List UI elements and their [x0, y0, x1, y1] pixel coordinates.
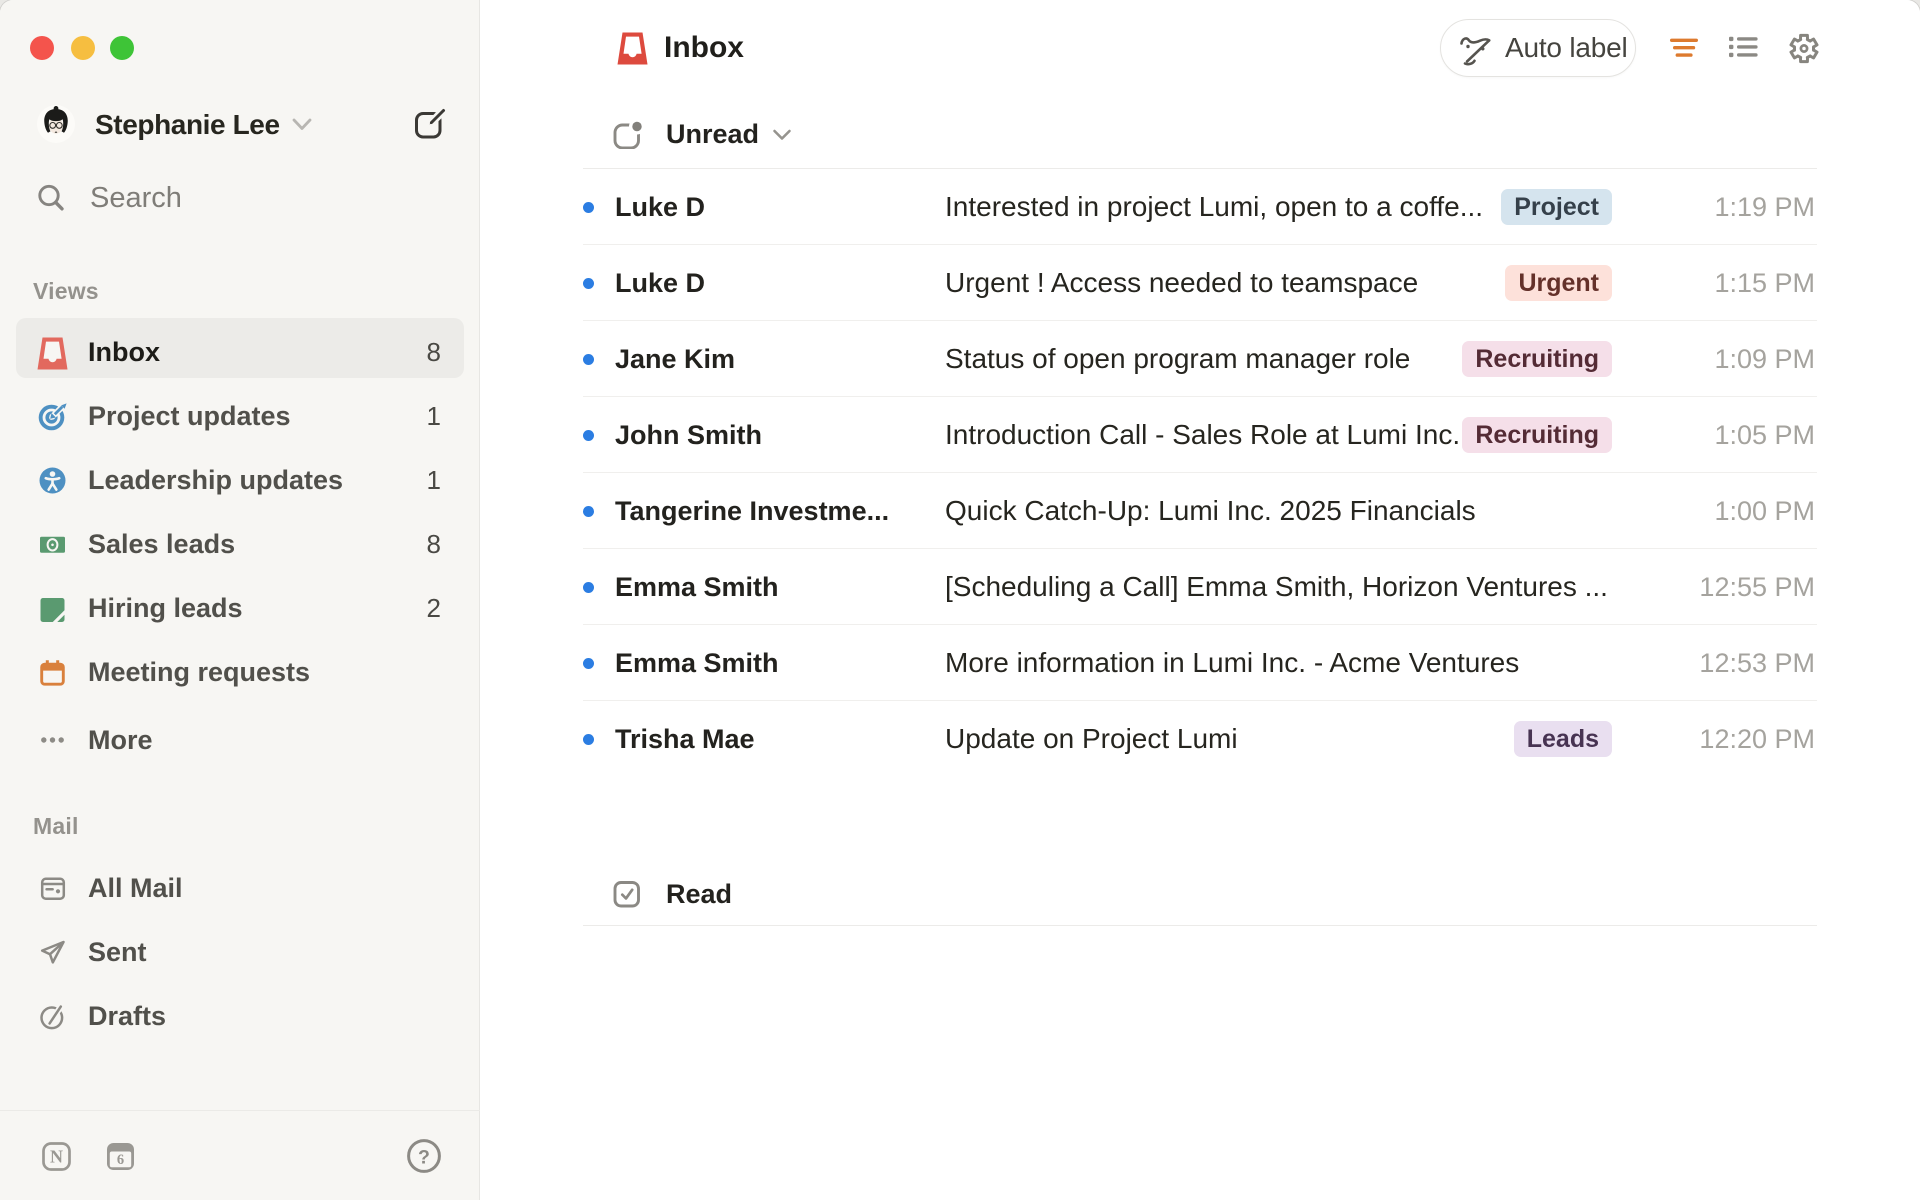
svg-text:6: 6	[117, 1152, 124, 1168]
svg-text:?: ?	[418, 1147, 430, 1169]
svg-text:N: N	[50, 1147, 63, 1167]
